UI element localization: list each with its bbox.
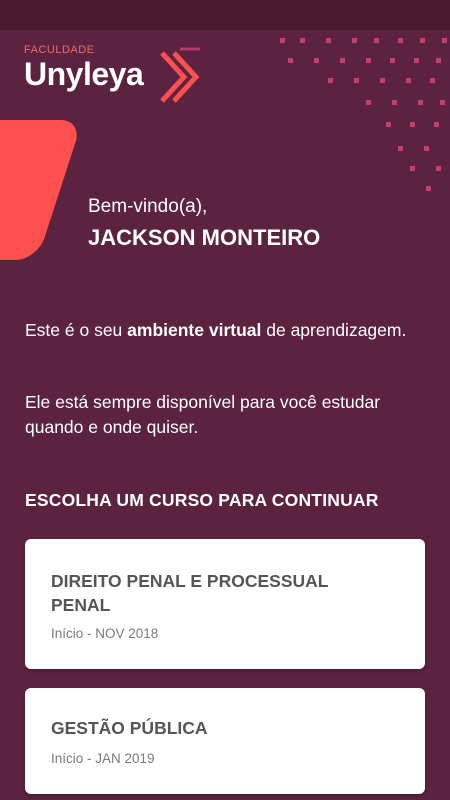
- course-card[interactable]: DIREITO PENAL E PROCESSUAL PENAL Início …: [25, 539, 425, 669]
- intro-text: Este é o seu ambiente virtual de aprendi…: [25, 318, 435, 343]
- logo-wordmark: Unyleya: [24, 56, 144, 92]
- unyleya-logo: FACULDADE Unyleya: [24, 44, 214, 106]
- chevron-logo-icon: [160, 47, 200, 103]
- course-card[interactable]: GESTÃO PÚBLICA Início - JAN 2019: [25, 688, 425, 794]
- status-bar: [0, 0, 450, 30]
- course-start-date: Início - JAN 2019: [51, 751, 155, 766]
- course-title: DIREITO PENAL E PROCESSUAL PENAL: [51, 571, 329, 615]
- intro-text-suffix: de aprendizagem.: [261, 320, 407, 340]
- decorative-dot-pattern: [280, 38, 447, 191]
- courses-heading: ESCOLHA UM CURSO PARA CONTINUAR: [25, 490, 379, 510]
- decorative-red-shape: [0, 120, 83, 260]
- welcome-greeting: Bem-vindo(a),: [88, 196, 208, 217]
- availability-text: Ele está sempre disponível para você est…: [25, 392, 381, 437]
- logo-faculdade-label: FACULDADE: [24, 44, 95, 56]
- user-name: JACKSON MONTEIRO: [88, 225, 321, 250]
- intro-text-prefix: Este é o seu: [25, 320, 128, 340]
- intro-text-bold: ambiente virtual: [127, 320, 262, 340]
- course-start-date: Início - NOV 2018: [51, 626, 159, 641]
- course-title: GESTÃO PÚBLICA: [51, 718, 208, 738]
